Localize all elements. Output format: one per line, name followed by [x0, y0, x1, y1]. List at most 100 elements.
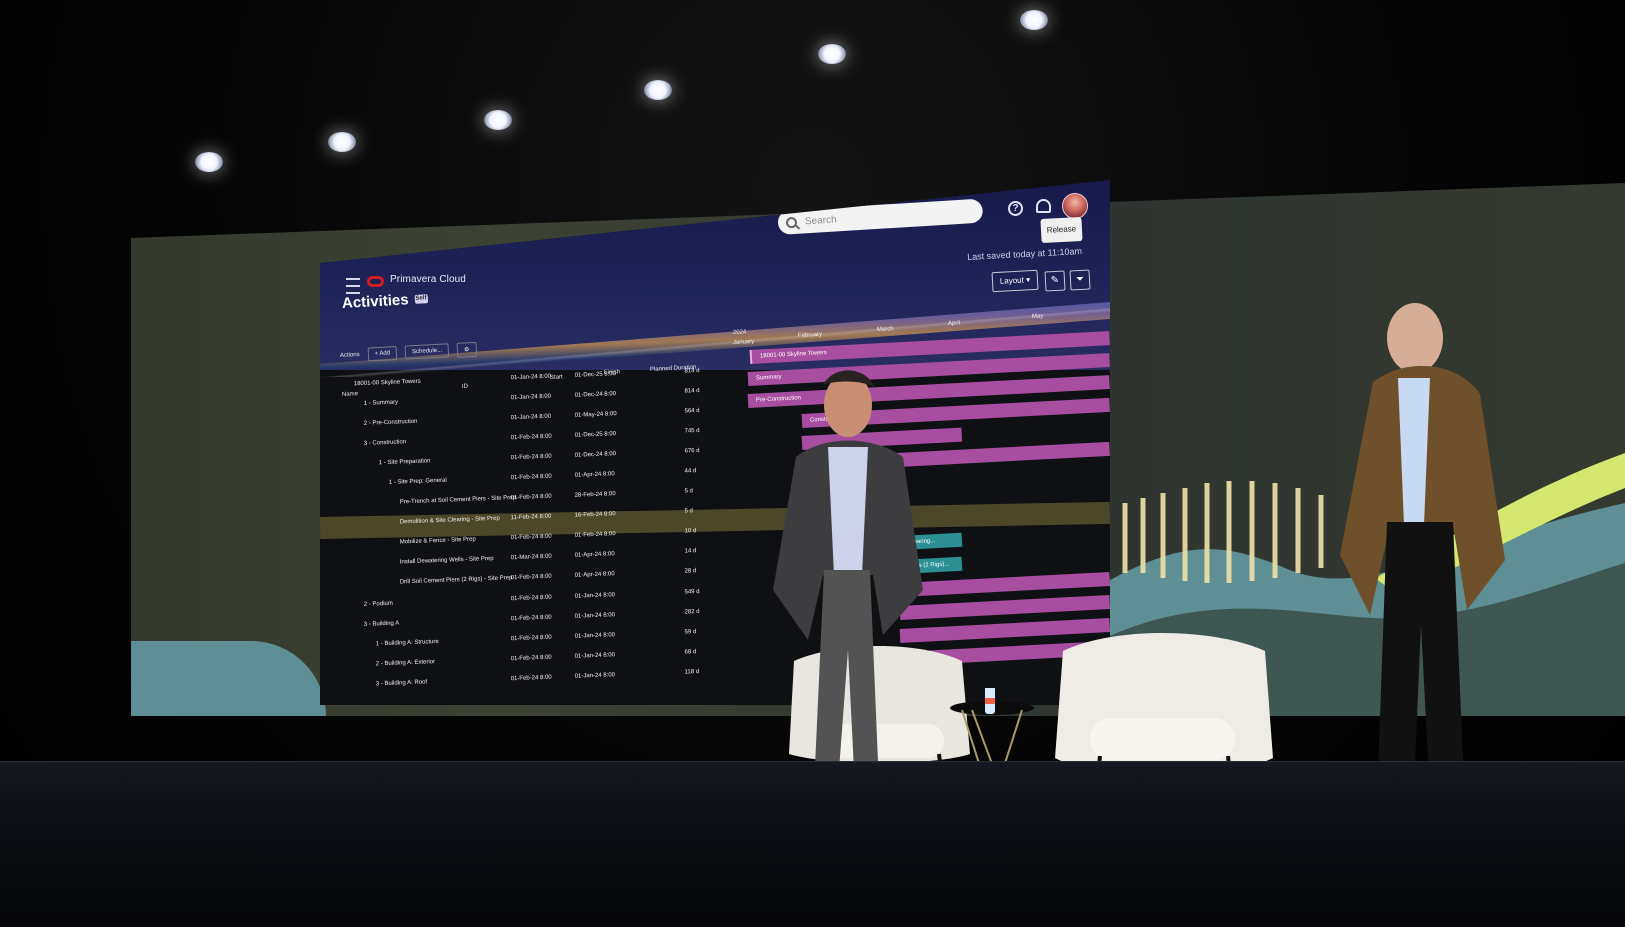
task-duration: 814 d — [684, 367, 700, 375]
presenter-head — [1387, 303, 1443, 373]
task-start: 11-Feb-24 8:00 — [510, 513, 552, 522]
task-start: 01-Feb-24 8:00 — [510, 493, 552, 502]
task-start: 01-Feb-24 8:00 — [510, 573, 552, 582]
task-start: 01-Jan-24 8:00 — [510, 393, 552, 402]
settings-button[interactable]: ⚙ — [456, 341, 477, 358]
ceiling-light — [1020, 10, 1048, 30]
chair-seat — [1090, 718, 1235, 760]
pencil-button[interactable]: ✎ — [1044, 270, 1066, 292]
task-duration: 14 d — [684, 548, 697, 555]
task-start: 01-Feb-24 8:00 — [510, 634, 552, 643]
task-finish: 01-Jan-24 8:00 — [574, 612, 616, 620]
avatar[interactable] — [1062, 193, 1088, 219]
add-button[interactable]: + Add — [367, 346, 398, 362]
task-finish: 01-Dec-24 8:00 — [574, 451, 617, 459]
ceiling-light — [484, 110, 512, 130]
bell-icon[interactable] — [1036, 199, 1051, 213]
task-start: 01-Feb-24 8:00 — [510, 654, 552, 663]
gantt-year: 2024 — [732, 329, 747, 336]
task-finish: 01-Jan-24 8:00 — [574, 672, 616, 680]
search-input[interactable]: Search — [777, 198, 984, 235]
release-button[interactable]: Release — [1040, 216, 1083, 244]
task-duration: 814 d — [684, 387, 700, 395]
task-name: Drill Soil Cement Piers (2 Rigs) - Site … — [399, 575, 513, 586]
task-duration: 676 d — [684, 447, 700, 455]
task-start: 01-Feb-24 8:00 — [510, 674, 552, 683]
task-finish: 01-Dec-24 8:00 — [574, 391, 617, 399]
task-name: 18001-00 Skyline Towers — [353, 378, 421, 388]
projection-screen: Primavera Cloud Search ? Release Last sa… — [320, 180, 1110, 705]
search-icon — [785, 216, 798, 229]
task-finish: 16-Feb-24 8:00 — [574, 511, 616, 519]
actions-menu[interactable]: Actions — [340, 352, 360, 359]
keynote-stage: Primavera Cloud Search ? Release Last sa… — [0, 0, 1625, 927]
help-icon[interactable]: ? — [1008, 201, 1023, 216]
gantt-month: May — [1031, 313, 1044, 320]
task-finish: 01-Jan-24 8:00 — [574, 632, 616, 640]
task-name: 3 - Building A: Roof — [375, 679, 428, 688]
task-start: 01-Mar-24 8:00 — [510, 553, 552, 562]
task-name: Install Dewatering Wells - Site Prep — [399, 555, 494, 566]
stage-floor — [0, 761, 1625, 927]
page-title-badge: Self — [414, 294, 428, 304]
task-start: 01-Feb-24 8:00 — [510, 433, 552, 442]
header-icon-group: ? — [998, 193, 1098, 219]
task-finish: 01-Dec-25 8:00 — [574, 431, 617, 439]
task-name: 1 - Site Preparation — [378, 458, 431, 467]
ceiling-light — [328, 132, 356, 152]
task-name: Pre-Trench at Soil Cement Piers - Site P… — [399, 495, 516, 506]
task-duration: 28 d — [684, 568, 697, 575]
task-name: 3 - Construction — [363, 439, 407, 447]
task-start: 01-Jan-24 8:00 — [510, 373, 552, 382]
task-duration: 745 d — [684, 427, 700, 435]
task-start: 01-Feb-24 8:00 — [510, 614, 552, 623]
task-duration: 44 d — [684, 468, 697, 475]
task-duration: 549 d — [684, 588, 700, 596]
task-finish: 01-May-24 8:00 — [574, 411, 617, 419]
filter-icon: ⏷ — [1075, 273, 1085, 286]
task-start: 01-Feb-24 8:00 — [510, 533, 552, 542]
task-duration: 59 d — [684, 629, 697, 636]
task-duration: 5 d — [684, 488, 694, 495]
task-duration: 118 d — [684, 668, 700, 676]
filter-button[interactable]: ⏷ — [1069, 269, 1091, 291]
task-start: 01-Feb-24 8:00 — [510, 453, 552, 462]
task-finish: 28-Feb-24 8:00 — [574, 491, 616, 499]
task-finish: 01-Dec-25 8:00 — [574, 371, 617, 379]
task-duration: 68 d — [684, 649, 697, 656]
task-finish: 01-Feb-24 8:00 — [574, 531, 616, 539]
task-duration: 564 d — [684, 407, 700, 415]
oracle-logo-icon — [367, 276, 384, 287]
task-name: 3 - Building A — [363, 620, 400, 628]
app-brand: Primavera Cloud — [390, 274, 466, 285]
task-start: 01-Feb-24 8:00 — [510, 594, 552, 603]
task-name: 1 - Site Prep: General — [388, 477, 447, 486]
task-duration: 282 d — [684, 608, 700, 616]
page-title-text: Activities — [341, 291, 410, 312]
presenter-shirt — [828, 447, 868, 575]
task-finish: 01-Jan-24 8:00 — [574, 652, 616, 660]
pencil-icon: ✎ — [1050, 274, 1060, 287]
gantt-month: April — [947, 320, 961, 327]
gantt-month: March — [876, 326, 894, 333]
task-name: 2 - Pre-Construction — [363, 418, 418, 427]
ceiling-light — [818, 44, 846, 64]
schedule-button[interactable]: Schedule... — [404, 343, 450, 360]
task-name: Mobilize & Fence - Site Prep — [399, 536, 476, 546]
task-name: 1 - Building A: Structure — [375, 638, 439, 648]
page-title: Activities Self — [342, 290, 429, 312]
task-name: 2 - Building A: Exterior — [375, 659, 436, 668]
task-name: Demolition & Site Clearing - Site Prep — [399, 515, 500, 526]
gantt-month: January — [732, 338, 755, 346]
ceiling-light — [195, 152, 223, 172]
task-duration: 5 d — [684, 508, 694, 515]
task-start: 01-Feb-24 8:00 — [510, 473, 552, 482]
task-finish: 01-Apr-24 8:00 — [574, 551, 615, 559]
last-saved-status: Last saved today at 11:10am — [966, 246, 1083, 263]
layout-button-label: Layout — [999, 275, 1025, 286]
bottle-label — [985, 698, 995, 704]
layout-dropdown-button[interactable]: Layout ▾ — [991, 269, 1039, 293]
gantt-month: February — [797, 331, 823, 339]
hamburger-menu-icon[interactable] — [346, 278, 360, 294]
task-start: 01-Jan-24 8:00 — [510, 413, 552, 422]
